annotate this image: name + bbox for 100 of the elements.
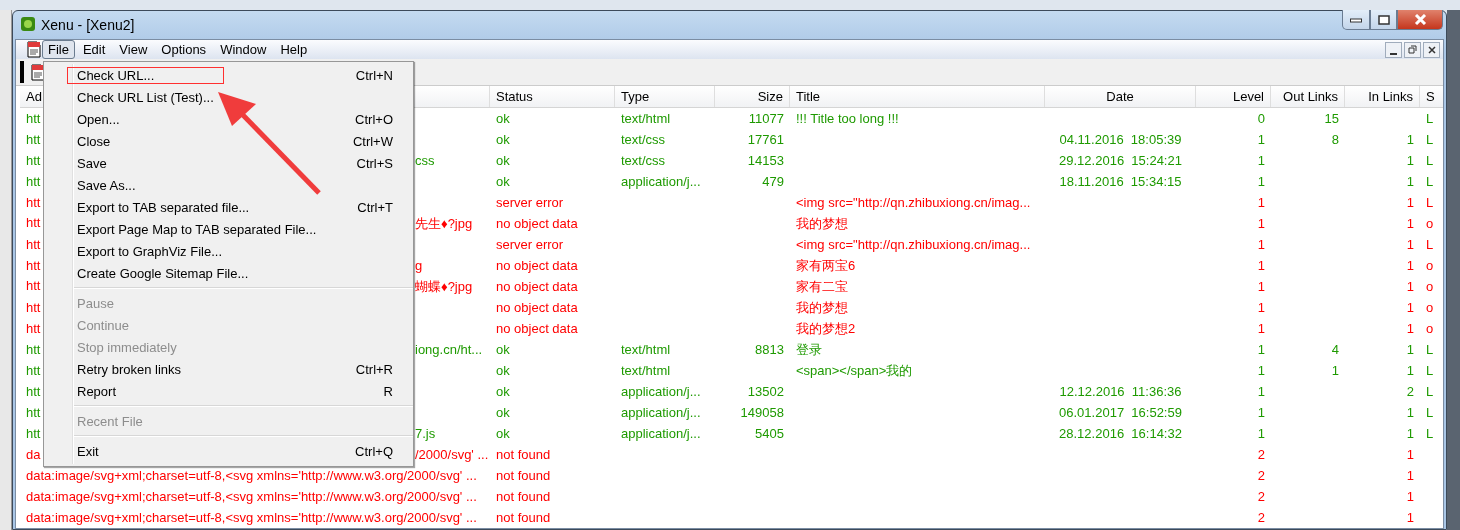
- table-cell: htt: [26, 384, 41, 399]
- table-cell-text: L: [1425, 153, 1435, 168]
- column-header[interactable]: Title: [790, 86, 1045, 107]
- table-cell-text: o: [1425, 216, 1435, 231]
- table-cell-text: 1: [1256, 174, 1266, 189]
- toolbar-grip[interactable]: [20, 61, 24, 83]
- menu-item[interactable]: Report R: [44, 380, 413, 402]
- child-minimize-button[interactable]: [1385, 41, 1402, 58]
- table-cell-text: 8813: [754, 342, 785, 357]
- table-cell: iong.cn/ht...: [415, 342, 483, 357]
- table-cell-text: 1: [1405, 405, 1415, 420]
- table-cell-text: L: [1425, 363, 1435, 378]
- table-cell-text: no object data: [495, 279, 579, 294]
- table-cell-text: not found: [495, 468, 552, 483]
- table-cell-text: 5405: [754, 426, 785, 441]
- menu-item[interactable]: File: [42, 40, 75, 59]
- table-cell-text: 8: [1330, 132, 1340, 147]
- column-header[interactable]: Status: [490, 86, 615, 107]
- table-cell-text: 1: [1405, 447, 1415, 462]
- table-cell-text: ok: [495, 363, 511, 378]
- menu-item[interactable]: Save As...: [44, 174, 413, 196]
- table-cell-text: 28.12.2016 16:14:32: [1058, 426, 1183, 441]
- menu-item[interactable]: Export Page Map to TAB separated File...: [44, 218, 413, 240]
- maximize-icon: [1377, 14, 1390, 25]
- table-cell-text: no object data: [495, 216, 579, 231]
- menu-item[interactable]: Save Ctrl+S: [44, 152, 413, 174]
- table-cell-text: 1: [1405, 153, 1415, 168]
- menu-item[interactable]: Create Google Sitemap File...: [44, 262, 413, 284]
- table-cell-text: no object data: [495, 300, 579, 315]
- table-cell-text: ok: [495, 174, 511, 189]
- table-cell-text: L: [1425, 174, 1435, 189]
- menu-item[interactable]: Retry broken links Ctrl+R: [44, 358, 413, 380]
- column-header[interactable]: In Links: [1345, 86, 1420, 107]
- maximize-button[interactable]: [1370, 10, 1397, 30]
- menu-item[interactable]: Open... Ctrl+O: [44, 108, 413, 130]
- document-icon[interactable]: [26, 41, 42, 58]
- table-cell: htt: [26, 342, 41, 357]
- table-cell-text: 家有两宝6: [795, 256, 857, 275]
- table-cell: data:image/svg+xml;charset=utf-8,<svg xmlns='http://www.w3.org/2000/svg' ...: [26, 468, 477, 483]
- table-cell-text: o: [1425, 279, 1435, 294]
- table-cell: htt: [26, 111, 41, 126]
- menu-item[interactable]: Export to GraphViz File...: [44, 240, 413, 262]
- table-cell-text: 1: [1256, 132, 1266, 147]
- table-cell-text: 我的梦想2: [795, 319, 857, 338]
- table-cell-text: 1: [1405, 279, 1415, 294]
- column-header[interactable]: Type: [615, 86, 715, 107]
- table-cell-text: 1: [1256, 342, 1266, 357]
- menu-item[interactable]: Help: [274, 40, 314, 59]
- table-cell: htt: [26, 174, 41, 189]
- table-cell-text: L: [1425, 111, 1435, 126]
- table-cell-text: text/html: [620, 111, 672, 126]
- column-header[interactable]: Level: [1196, 86, 1271, 107]
- menu-item[interactable]: Options: [155, 40, 213, 59]
- minimize-button[interactable]: [1342, 10, 1370, 30]
- child-close-button[interactable]: [1423, 41, 1440, 58]
- table-cell: htt: [26, 321, 41, 336]
- table-cell-text: 1: [1405, 510, 1415, 525]
- table-cell-text: 13502: [746, 384, 785, 399]
- table-cell-text: L: [1425, 384, 1435, 399]
- table-cell-text: 11077: [747, 111, 785, 126]
- table-cell-text: ok: [495, 426, 511, 441]
- table-cell: 7.js: [415, 426, 436, 441]
- table-cell-text: 1: [1256, 216, 1266, 231]
- table-cell-text: 1: [1256, 279, 1266, 294]
- column-header[interactable]: Size: [715, 86, 790, 107]
- close-button[interactable]: [1397, 10, 1443, 30]
- menu-item[interactable]: Window: [214, 40, 273, 59]
- table-cell-text: 我的梦想: [795, 214, 849, 233]
- table-cell-text: !!! Title too long !!!: [795, 111, 900, 126]
- table-cell-text: L: [1425, 132, 1435, 147]
- table-cell-text: htt: [26, 214, 41, 232]
- table-cell: htt: [26, 363, 41, 378]
- menu-item[interactable]: Export to TAB separated file... Ctrl+T: [44, 196, 413, 218]
- table-cell-text: 1: [1405, 468, 1415, 483]
- menu-item[interactable]: Check URL List (Test)...: [44, 86, 413, 108]
- table-cell: g: [415, 258, 423, 273]
- menu-item[interactable]: View: [113, 40, 154, 59]
- table-cell-text: L: [1425, 237, 1435, 252]
- table-cell-text: not found: [495, 510, 552, 525]
- table-cell-text: 04.11.2016 18:05:39: [1058, 132, 1183, 147]
- table-cell-text: 2: [1256, 468, 1266, 483]
- table-cell-text: 1: [1256, 237, 1266, 252]
- window-title: Xenu - [Xenu2]: [41, 16, 135, 34]
- table-cell-text: 1: [1405, 426, 1415, 441]
- minimize-icon: [1390, 52, 1397, 55]
- table-cell-text: 登录: [795, 340, 823, 359]
- table-cell-text: 2: [1256, 489, 1266, 504]
- menu-item[interactable]: Close Ctrl+W: [44, 130, 413, 152]
- column-header[interactable]: Out Links: [1271, 86, 1345, 107]
- table-cell-text: 1: [1256, 321, 1266, 336]
- table-cell-text: ok: [495, 111, 511, 126]
- table-cell: 蝴蝶♦?jpg: [415, 277, 473, 296]
- table-cell-text: text/css: [620, 153, 667, 168]
- table-cell-text: text/css: [620, 132, 667, 147]
- table-cell: htt: [26, 300, 41, 315]
- menu-item[interactable]: Exit Ctrl+Q: [44, 440, 413, 462]
- table-cell-text: application/j...: [620, 384, 702, 399]
- table-cell-text: 1: [1256, 300, 1266, 315]
- menu-item[interactable]: Edit: [76, 40, 112, 59]
- column-header[interactable]: Date: [1045, 86, 1196, 107]
